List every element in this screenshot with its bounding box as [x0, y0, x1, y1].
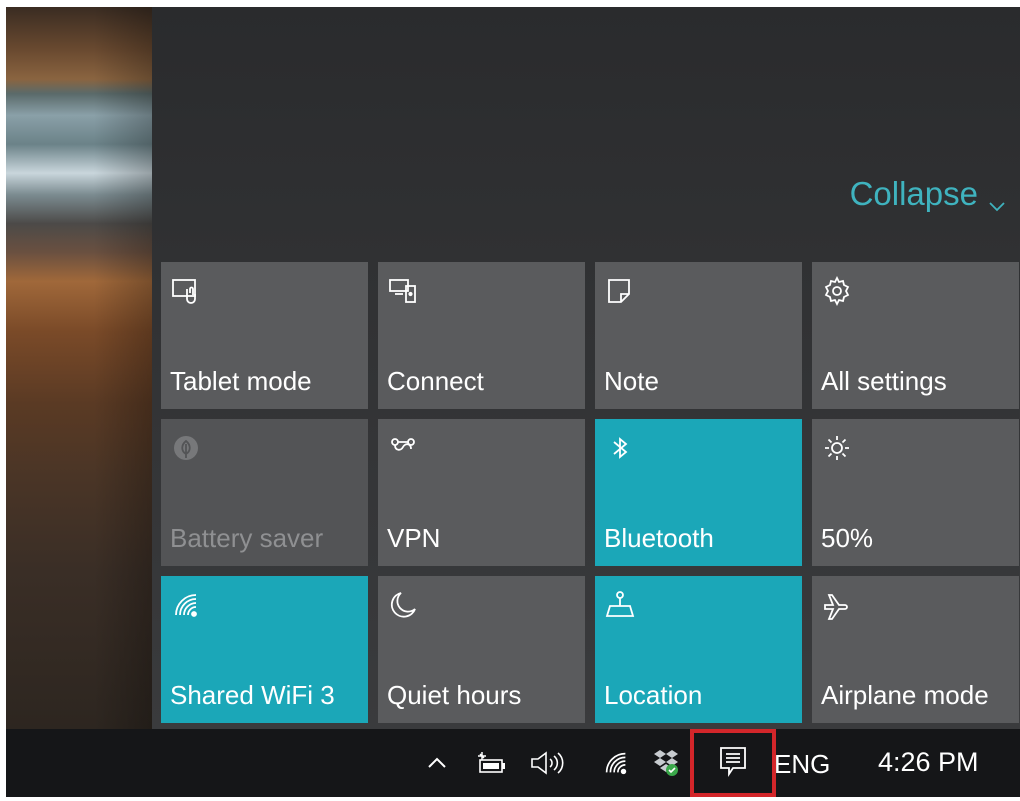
- tablet-mode-icon: [169, 274, 203, 308]
- show-hidden-icons-button[interactable]: [418, 729, 456, 797]
- tile-label: VPN: [387, 523, 441, 553]
- volume-tray-button[interactable]: [526, 729, 570, 797]
- collapse-label: Collapse: [849, 175, 978, 212]
- tile-note[interactable]: Note: [595, 262, 802, 409]
- tile-label: Note: [604, 366, 659, 396]
- clock[interactable]: 4:26 PM: [878, 747, 979, 778]
- volume-icon: [529, 750, 567, 776]
- battery-saver-icon: [169, 431, 203, 465]
- wifi-icon: [169, 588, 203, 622]
- tile-tablet-mode[interactable]: Tablet mode: [161, 262, 368, 409]
- tile-label: All settings: [821, 366, 947, 396]
- dropbox-tray-button[interactable]: [646, 729, 686, 797]
- action-center-button[interactable]: [690, 729, 776, 797]
- tile-label: Location: [604, 680, 703, 710]
- note-icon: [603, 274, 637, 308]
- battery-tray-button[interactable]: [471, 729, 511, 797]
- vpn-icon: [386, 431, 420, 465]
- quick-actions-grid: Tablet mode Connect Note All settings Ba…: [161, 262, 1019, 723]
- tile-label: Connect: [387, 366, 484, 396]
- airplane-icon: [820, 588, 854, 622]
- tile-all-settings[interactable]: All settings: [812, 262, 1019, 409]
- tile-shared-wifi[interactable]: Shared WiFi 3: [161, 576, 368, 723]
- connect-icon: [386, 274, 420, 308]
- location-icon: [603, 588, 637, 622]
- tile-airplane-mode[interactable]: Airplane mode: [812, 576, 1019, 723]
- wifi-tray-button[interactable]: [596, 729, 636, 797]
- chevron-down-icon: [988, 185, 1006, 212]
- chevron-up-icon: [426, 752, 448, 774]
- tile-connect[interactable]: Connect: [378, 262, 585, 409]
- moon-icon: [386, 588, 420, 622]
- tile-label: Shared WiFi 3: [170, 680, 335, 710]
- tile-label: Battery saver: [170, 523, 324, 553]
- screen: Collapse Tablet mode Connect Note All se…: [6, 7, 1020, 797]
- tile-label: 50%: [821, 523, 874, 553]
- tile-battery-saver[interactable]: Battery saver: [161, 419, 368, 566]
- tile-bluetooth[interactable]: Bluetooth: [595, 419, 802, 566]
- tile-label: Airplane mode: [821, 680, 989, 710]
- tile-vpn[interactable]: VPN: [378, 419, 585, 566]
- action-center-icon: [718, 745, 748, 782]
- language-indicator[interactable]: ENG: [774, 749, 830, 780]
- tile-label: Bluetooth: [604, 523, 714, 553]
- wifi-icon: [601, 748, 631, 778]
- brightness-icon: [820, 431, 854, 465]
- taskbar: ENG 4:26 PM: [6, 729, 1020, 797]
- dropbox-icon: [650, 748, 682, 778]
- desktop-wallpaper: [6, 7, 152, 729]
- tile-location[interactable]: Location: [595, 576, 802, 723]
- bluetooth-icon: [603, 431, 637, 465]
- settings-gear-icon: [820, 274, 854, 308]
- collapse-button[interactable]: Collapse: [850, 175, 1006, 213]
- tile-label: Tablet mode: [170, 366, 312, 396]
- tile-brightness[interactable]: 50%: [812, 419, 1019, 566]
- tile-label: Quiet hours: [387, 680, 522, 710]
- action-center-panel: Collapse Tablet mode Connect Note All se…: [152, 7, 1020, 729]
- tile-quiet-hours[interactable]: Quiet hours: [378, 576, 585, 723]
- battery-icon: [474, 750, 508, 776]
